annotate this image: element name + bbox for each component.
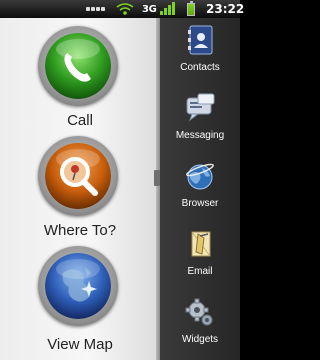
dock-item-contacts[interactable]: Contacts (160, 18, 240, 86)
dock-item-messaging[interactable]: Messaging (160, 86, 240, 154)
messaging-icon (184, 92, 216, 124)
dock-label-browser: Browser (181, 198, 219, 209)
status-bar: 3G 23:22 (0, 0, 244, 18)
clock-time: 23:22 (206, 2, 245, 16)
email-icon (184, 228, 216, 260)
call-label: Call (67, 112, 93, 129)
dock-item-browser[interactable]: Browser (160, 154, 240, 222)
network-type-label: 3G (142, 3, 157, 15)
where-to-tile[interactable]: Where To? (0, 136, 160, 239)
wifi-tethering-icon (116, 0, 140, 18)
search-pin-icon (45, 143, 111, 209)
dock-label-widgets: Widgets (181, 334, 219, 345)
view-map-label: View Map (47, 336, 113, 353)
where-to-label: Where To? (43, 222, 117, 239)
contacts-icon (184, 24, 216, 56)
dock-item-widgets[interactable]: Widgets (160, 290, 240, 358)
call-orb[interactable] (38, 26, 118, 106)
dock-label-email: Email (187, 266, 213, 277)
main-panel: Call Where To? View Map (0, 18, 160, 360)
dock-label-contacts: Contacts (180, 62, 220, 73)
app-dock: Contacts Messaging Browser Email Widgets (160, 18, 240, 360)
dock-label-messaging: Messaging (175, 130, 225, 141)
browser-icon (184, 160, 216, 192)
battery-icon (184, 0, 198, 18)
view-map-orb[interactable] (38, 246, 118, 326)
widgets-icon (184, 296, 216, 328)
where-to-orb[interactable] (38, 136, 118, 216)
signal-icon (160, 0, 180, 18)
map-globe-icon (45, 253, 111, 319)
notification-icon (86, 0, 110, 18)
phone-icon (45, 33, 111, 99)
call-tile[interactable]: Call (0, 26, 160, 129)
view-map-tile[interactable]: View Map (0, 246, 160, 356)
dock-item-email[interactable]: Email (160, 222, 240, 290)
